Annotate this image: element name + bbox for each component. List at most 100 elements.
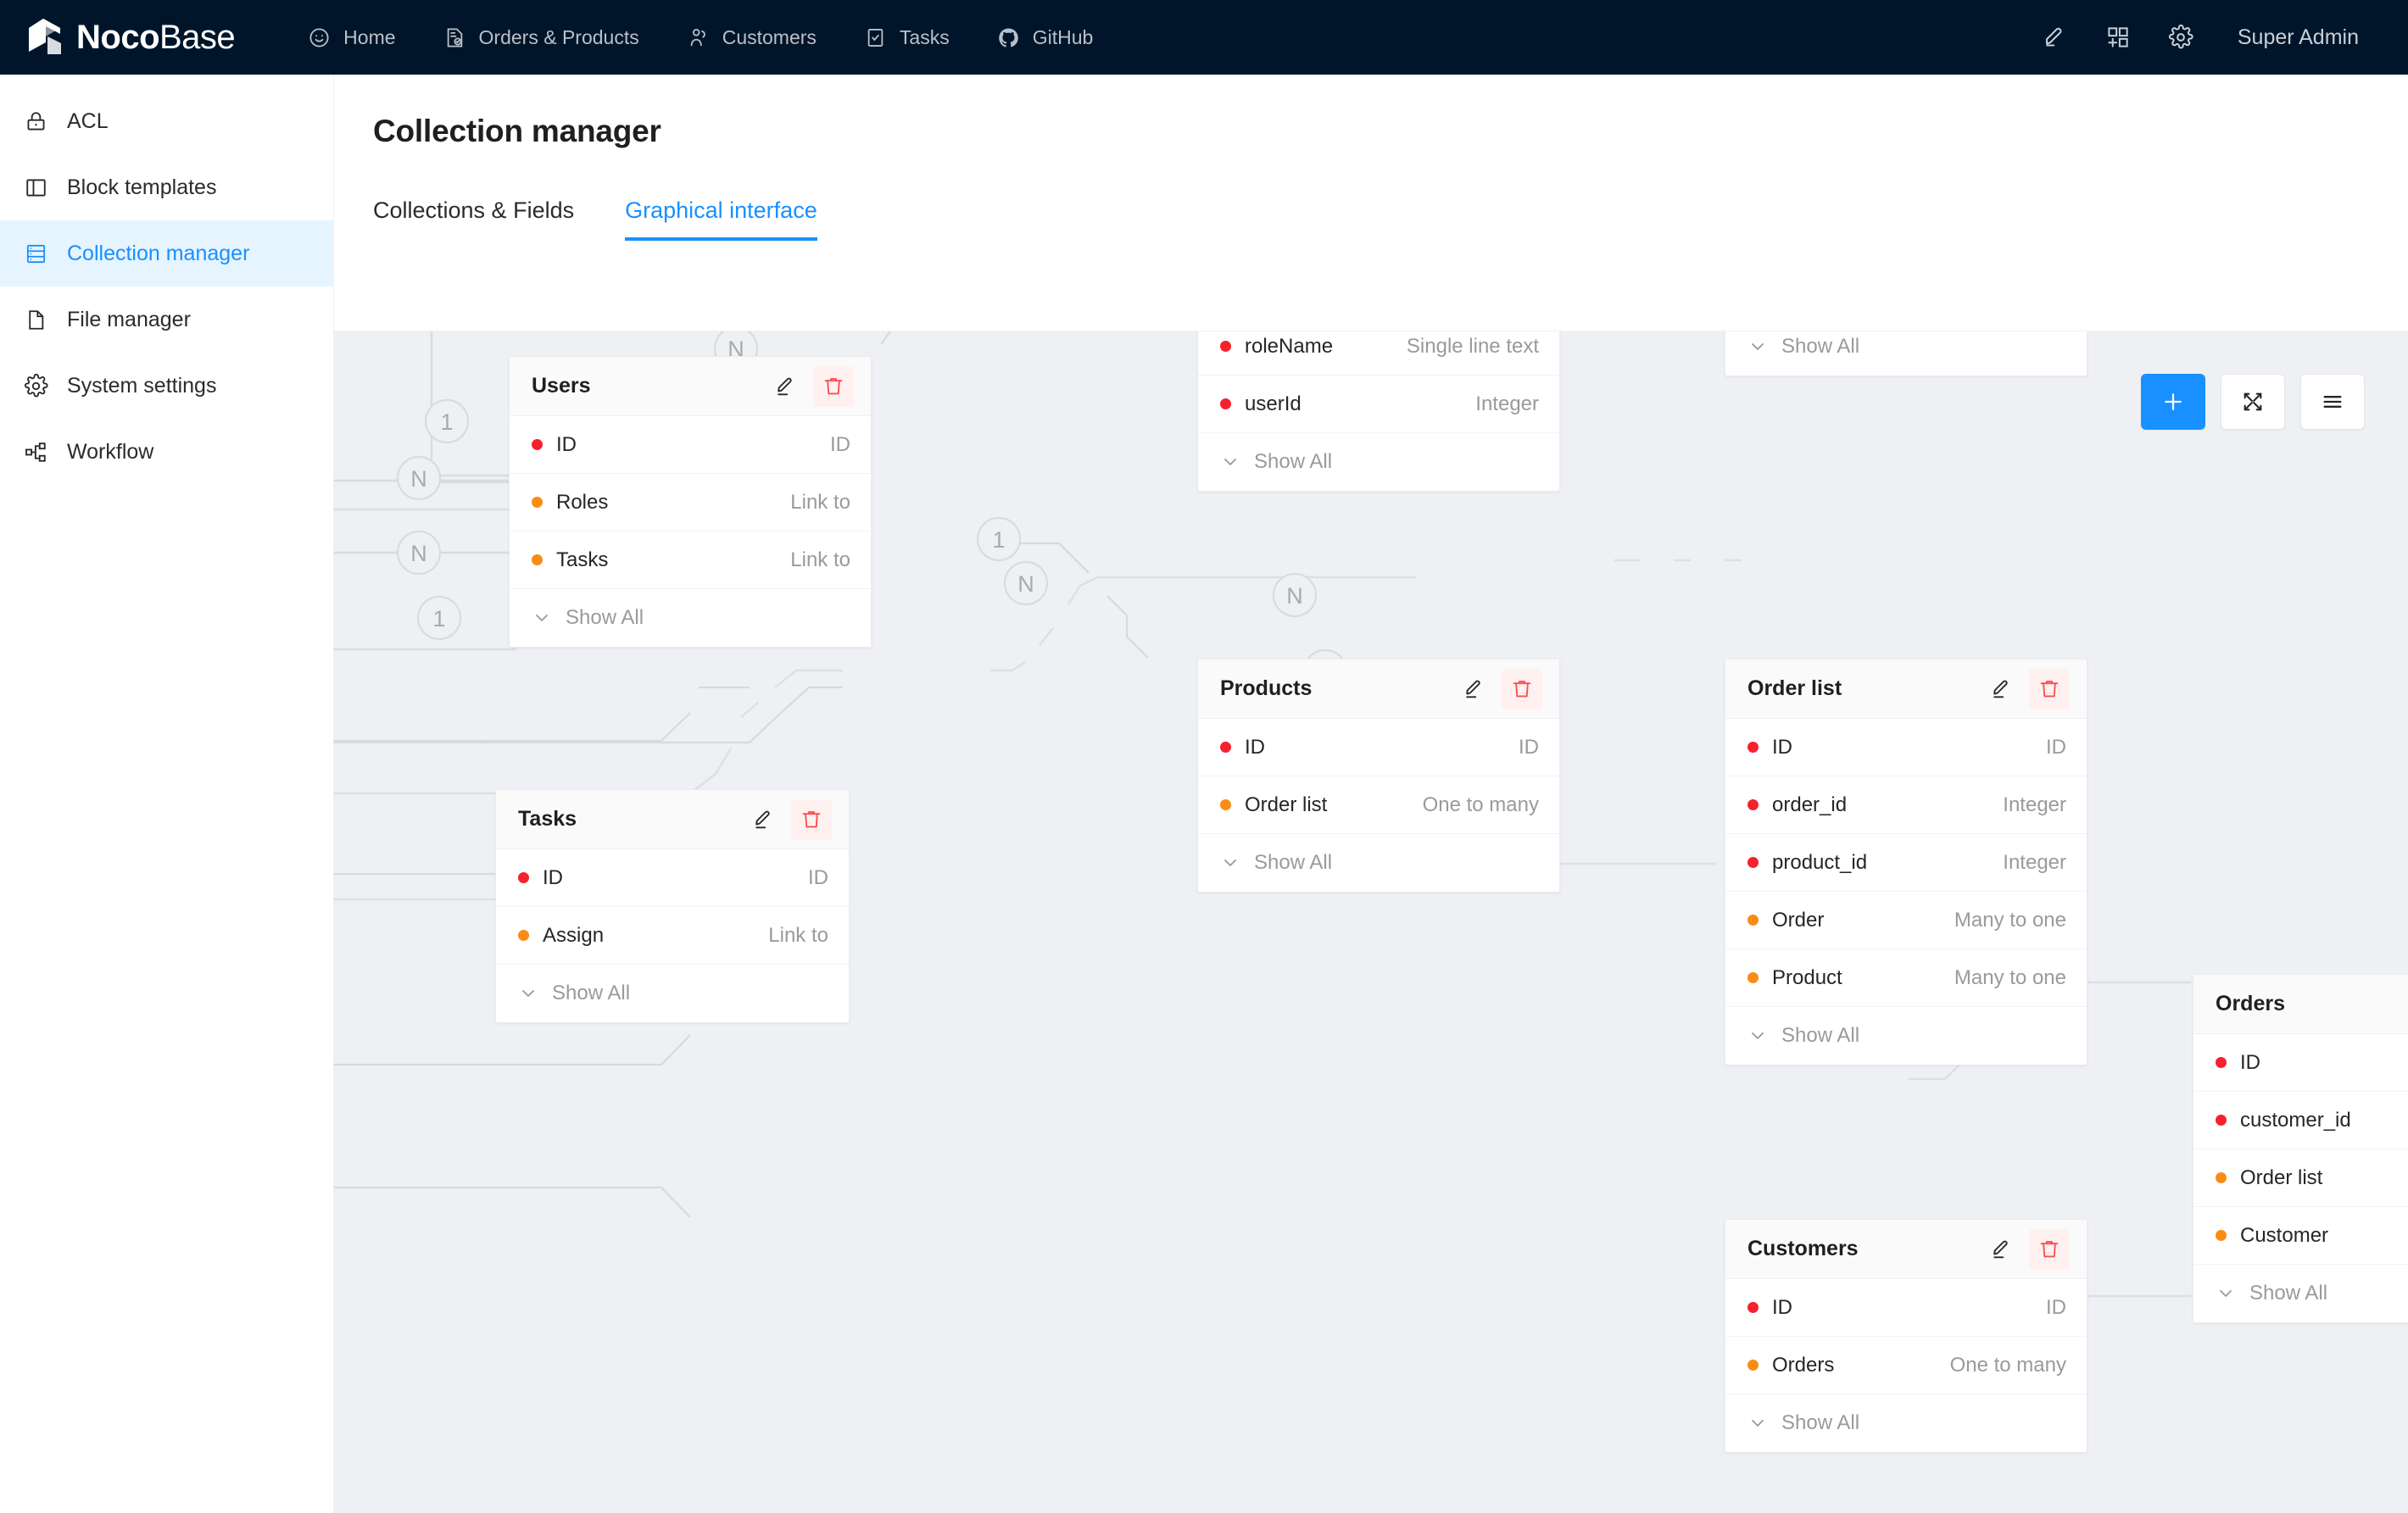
er-diagram-canvas[interactable]: Users ID ID Roles Link to — [334, 331, 2408, 1513]
sidebar-item-file-manager[interactable]: File manager — [0, 286, 333, 353]
primary-key-dot — [532, 439, 543, 450]
er-node-tasks[interactable]: Tasks ID ID Assign Link to — [495, 789, 850, 1023]
plus-icon — [2160, 389, 2186, 414]
workflow-nodes-icon — [24, 440, 48, 464]
relation-dot — [1220, 799, 1231, 810]
node-title: Order list — [1747, 676, 1842, 701]
sidebar-item-system-settings[interactable]: System settings — [0, 353, 333, 419]
delete-collection-icon[interactable] — [2029, 1229, 2070, 1270]
topnav-label-github: GitHub — [1033, 26, 1094, 49]
field-row[interactable]: Tasks Link to — [510, 531, 871, 589]
field-type: ID — [830, 433, 850, 457]
delete-collection-icon[interactable] — [2029, 669, 2070, 709]
field-row[interactable]: product_id Integer — [1725, 834, 2087, 892]
field-row[interactable]: Customer Many to one — [2193, 1207, 2408, 1265]
highlighter-pen-icon[interactable] — [2024, 0, 2087, 75]
primary-key-dot — [1220, 341, 1231, 352]
show-all-toggle[interactable]: Show All — [1198, 433, 1559, 491]
er-node-rolesusers[interactable]: rolesUsers roleName Single line text use… — [1197, 331, 1560, 492]
er-node-users[interactable]: Users ID ID Roles Link to — [509, 356, 872, 648]
er-node-products[interactable]: Products ID ID Order list One to m — [1197, 659, 1560, 893]
delete-collection-icon[interactable] — [813, 366, 854, 407]
er-node-customers[interactable]: Customers ID ID Orders One to many — [1725, 1219, 2087, 1453]
show-all-label: Show All — [2249, 1282, 2327, 1305]
sidebar-item-workflow[interactable]: Workflow — [0, 419, 333, 485]
show-all-toggle[interactable]: Show All — [1725, 331, 2087, 375]
er-node-order-list[interactable]: Order list ID ID order_id Integer — [1725, 659, 2087, 1065]
sidebar-item-acl[interactable]: ACL — [0, 88, 333, 154]
sidebar-label-acl: ACL — [67, 109, 109, 134]
show-all-toggle[interactable]: Show All — [2193, 1265, 2408, 1322]
user-menu-super-admin[interactable]: Super Admin — [2212, 25, 2377, 50]
topnav-label-orders-products: Orders & Products — [479, 26, 639, 49]
er-node-roles[interactable]: Roles Show All — [1725, 331, 2087, 376]
topnav-item-orders-products[interactable]: Orders & Products — [420, 0, 663, 75]
field-row[interactable]: Roles Link to — [510, 474, 871, 531]
field-row[interactable]: ID ID — [2193, 1034, 2408, 1092]
field-row[interactable]: roleName Single line text — [1198, 331, 1559, 375]
topnav-item-tasks[interactable]: Tasks — [840, 0, 973, 75]
field-type: Link to — [790, 491, 850, 515]
node-header: Products — [1198, 659, 1559, 719]
field-row[interactable]: ID ID — [1725, 1279, 2087, 1337]
node-header: Orders — [2193, 975, 2408, 1034]
tab-graphical-interface[interactable]: Graphical interface — [625, 197, 817, 241]
menu-button[interactable] — [2300, 374, 2365, 430]
field-row[interactable]: Order Many to one — [1725, 892, 2087, 949]
edit-collection-icon[interactable] — [744, 799, 784, 840]
fit-view-button[interactable] — [2221, 374, 2285, 430]
gear-icon[interactable] — [2149, 0, 2212, 75]
edit-collection-icon[interactable] — [1454, 669, 1495, 709]
field-name: Order — [1772, 909, 1824, 932]
field-row[interactable]: ID ID — [1198, 719, 1559, 776]
show-all-label: Show All — [1781, 335, 1859, 359]
topnav-item-github[interactable]: GitHub — [973, 0, 1118, 75]
field-row[interactable]: Product Many to one — [1725, 949, 2087, 1007]
field-row[interactable]: customer_id Integer — [2193, 1092, 2408, 1149]
edit-collection-icon[interactable] — [766, 366, 806, 407]
node-header: Tasks — [496, 790, 849, 849]
chevron-down-icon — [1747, 1413, 1768, 1433]
delete-collection-icon[interactable] — [1502, 669, 1542, 709]
topnav-item-customers[interactable]: Customers — [663, 0, 840, 75]
er-node-orders[interactable]: Orders ID ID customer_id Integer — [2193, 974, 2408, 1323]
delete-collection-icon[interactable] — [791, 799, 832, 840]
field-row[interactable]: Order list One to many — [2193, 1149, 2408, 1207]
show-all-toggle[interactable]: Show All — [1725, 1394, 2087, 1452]
field-name: userId — [1245, 392, 1302, 416]
field-row[interactable]: Order list One to many — [1198, 776, 1559, 834]
sidebar-label-system-settings: System settings — [67, 374, 216, 398]
field-row[interactable]: ID ID — [496, 849, 849, 907]
people-icon — [687, 26, 710, 49]
field-row[interactable]: ID ID — [1725, 719, 2087, 776]
edit-collection-icon[interactable] — [1982, 1229, 2022, 1270]
node-actions — [1982, 1229, 2070, 1270]
field-row[interactable]: Assign Link to — [496, 907, 849, 965]
field-name: ID — [543, 866, 563, 890]
edit-collection-icon[interactable] — [1982, 669, 2022, 709]
database-collection-icon — [24, 242, 48, 266]
field-row[interactable]: ID ID — [510, 416, 871, 474]
plugin-grid-add-icon[interactable] — [2087, 0, 2149, 75]
top-navigation-bar: NocoBase Home Orders & Products Customer… — [0, 0, 2408, 75]
field-row[interactable]: order_id Integer — [1725, 776, 2087, 834]
tab-collections-and-fields[interactable]: Collections & Fields — [373, 197, 574, 241]
show-all-toggle[interactable]: Show All — [1725, 1007, 2087, 1065]
relation-dot — [532, 554, 543, 565]
topnav-item-home[interactable]: Home — [284, 0, 419, 75]
add-collection-button[interactable] — [2141, 374, 2205, 430]
gear-icon — [24, 374, 48, 398]
show-all-toggle[interactable]: Show All — [1198, 834, 1559, 892]
show-all-toggle[interactable]: Show All — [496, 965, 849, 1022]
primary-key-dot — [1747, 742, 1759, 753]
brand-logo[interactable]: NocoBase — [0, 0, 247, 75]
field-type: Many to one — [1954, 966, 2066, 990]
field-row[interactable]: userId Integer — [1198, 375, 1559, 433]
sidebar-item-collection-manager[interactable]: Collection manager — [0, 220, 333, 286]
show-all-toggle[interactable]: Show All — [510, 589, 871, 647]
node-header: Order list — [1725, 659, 2087, 719]
field-row[interactable]: Orders One to many — [1725, 1337, 2087, 1394]
field-name: Order list — [1245, 793, 1327, 817]
sidebar-item-block-templates[interactable]: Block templates — [0, 154, 333, 220]
svg-text:N: N — [1286, 583, 1303, 609]
